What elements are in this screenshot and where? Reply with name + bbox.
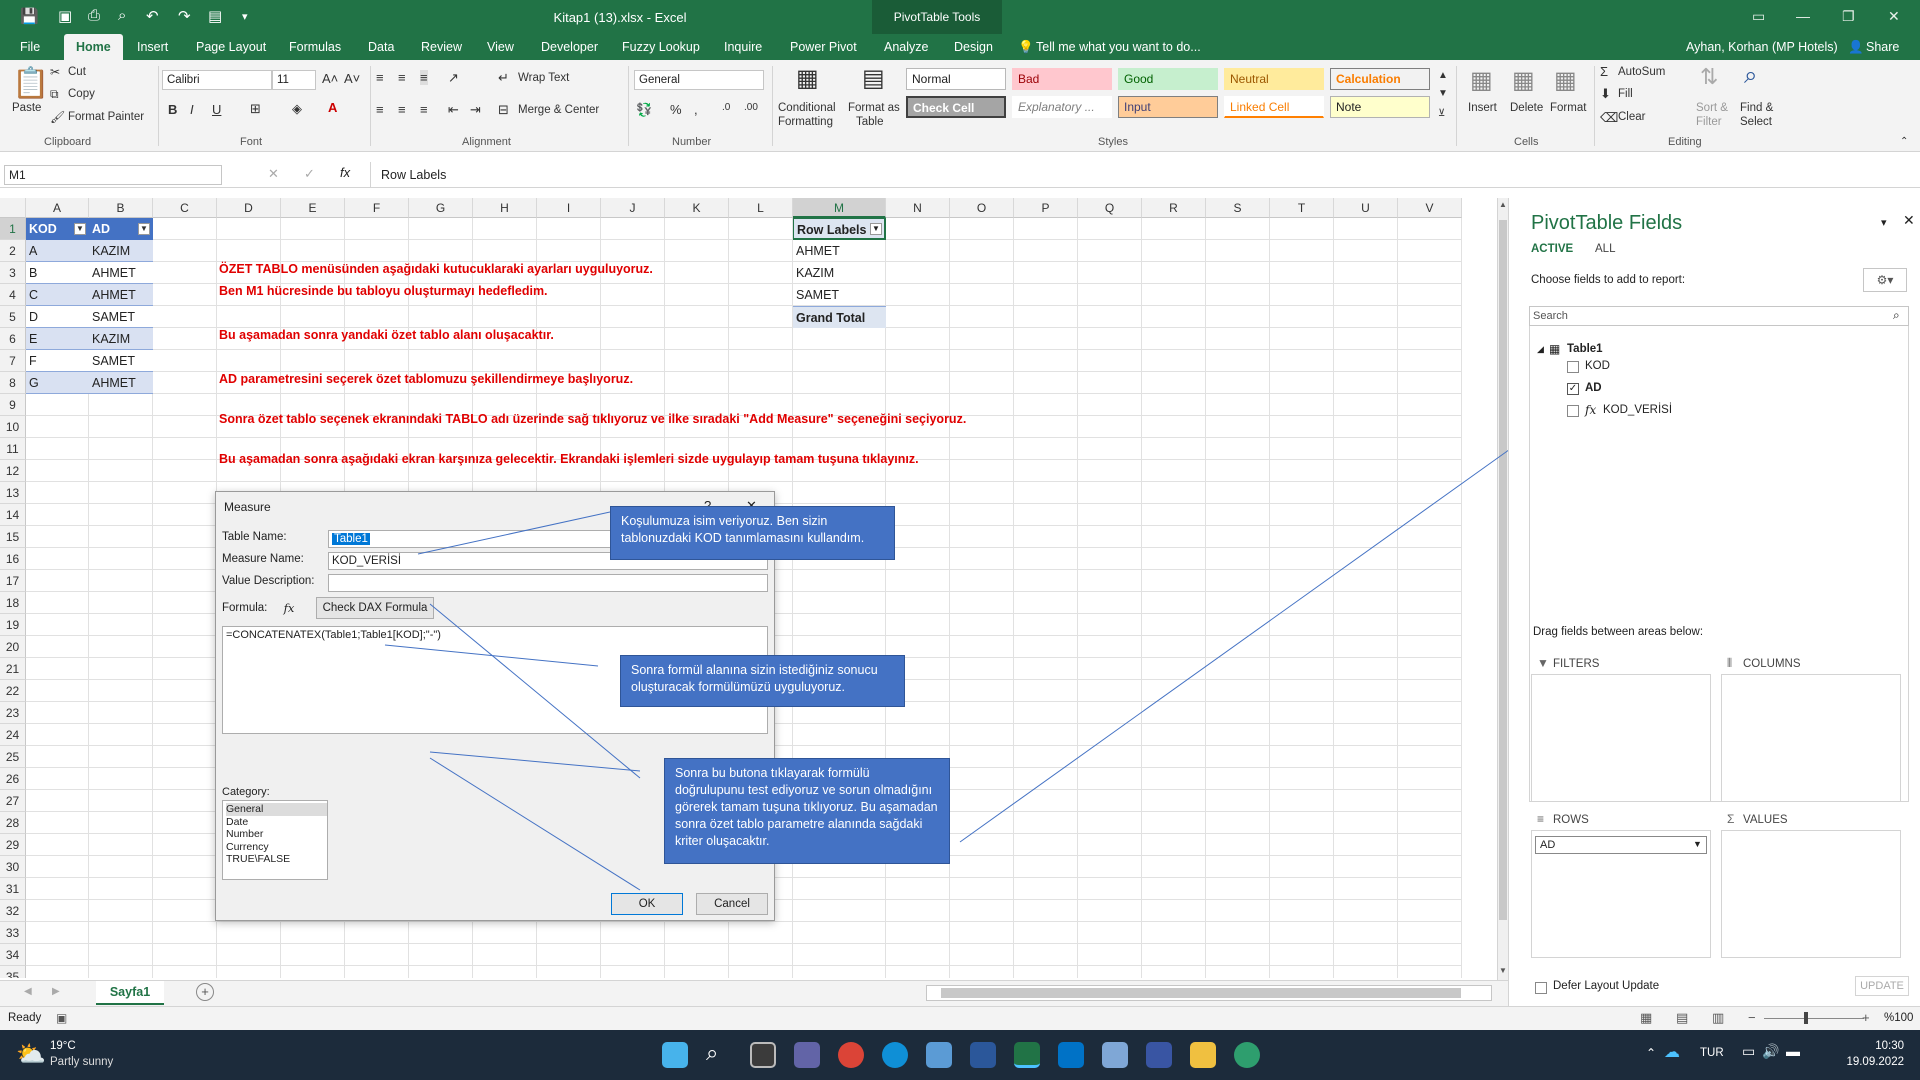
show-hidden-icons[interactable]: ⌃ [1646,1046,1656,1060]
word-icon[interactable] [970,1042,996,1068]
language-indicator[interactable]: TUR [1700,1047,1724,1059]
add-sheet-icon[interactable]: + [196,983,214,1001]
clock-time[interactable]: 10:30 [1844,1040,1904,1052]
callout-measure-name: Koşulumuza isim veriyoruz. Ben sizin tab… [610,506,895,560]
taskbar: ⛅ 19°C Partly sunny ⌕ ⌃ ☁ TUR ▭ 🔊 ▬ 10:3… [0,1030,1920,1080]
volume-icon[interactable]: 🔊 [1762,1043,1779,1060]
sheet-tab-bar: ◀ ▶ Sayfa1 + [0,980,1508,1006]
pane-close-icon[interactable]: ✕ [1903,212,1915,229]
area-filters[interactable] [1531,674,1711,802]
search-taskbar-icon[interactable]: ⌕ [706,1040,718,1066]
normal-view-icon[interactable]: ▦ [1640,1010,1652,1026]
callout-line [429,603,641,779]
values-icon: Σ [1727,812,1735,826]
weather-temp[interactable]: 19°C [50,1040,76,1052]
weather-icon: ⛅ [16,1041,46,1068]
onedrive-icon[interactable]: ☁ [1664,1042,1680,1062]
status-ready: Ready [8,1012,42,1024]
area-values[interactable] [1721,830,1901,958]
pane-options-icon[interactable]: ▾ [1881,216,1887,229]
clock-date[interactable]: 19.09.2022 [1824,1056,1904,1068]
rows-field-ad[interactable]: AD [1535,836,1707,854]
columns-icon: ⫴ [1727,656,1733,670]
edge-icon[interactable] [882,1042,908,1068]
choose-fields-label: Choose fields to add to report: [1531,274,1686,286]
area-label-rows: ROWS [1553,814,1589,826]
callout-formula: Sonra formül alanına sizin istediğiniz s… [620,655,905,707]
app-icon[interactable] [1146,1042,1172,1068]
callout-line [429,751,641,772]
app-icon[interactable] [1102,1042,1128,1068]
area-label-filters: FILTERS [1553,658,1600,670]
outlook-icon[interactable] [1058,1042,1084,1068]
battery-icon[interactable]: ▬ [1786,1043,1800,1059]
prev-sheet-icon[interactable]: ◀ [24,986,32,997]
pane-title: PivotTable Fields [1531,212,1683,234]
callout-check-dax: Sonra bu butona tıklayarak formülü doğru… [664,758,950,864]
page-layout-view-icon[interactable]: ▤ [1676,1010,1688,1026]
sheet-tab-sayfa1[interactable]: Sayfa1 [96,981,164,1005]
gear-icon[interactable]: ⚙▾ [1863,268,1907,292]
h-scrollbar-thumb[interactable] [941,988,1461,998]
tab-all[interactable]: ALL [1595,243,1615,255]
tab-active[interactable]: ACTIVE [1531,243,1573,255]
defer-layout-label: Defer Layout Update [1553,980,1660,992]
start-icon[interactable] [662,1042,688,1068]
page-break-view-icon[interactable]: ▥ [1712,1010,1724,1026]
chrome-icon[interactable] [838,1042,864,1068]
pivottable-fields-pane: PivotTable Fields ▾ ✕ ACTIVE ALL Choose … [1508,198,1920,1026]
callout-line [959,411,1563,843]
area-columns[interactable] [1721,674,1901,802]
task-view-icon[interactable] [750,1042,776,1068]
search-icon[interactable]: ⌕ [1893,308,1900,323]
rows-icon: ≡ [1537,812,1545,826]
app-icon[interactable] [926,1042,952,1068]
horizontal-scrollbar[interactable] [926,985,1492,1001]
zoom-slider[interactable] [1764,1018,1864,1019]
app-icon[interactable] [1234,1042,1260,1068]
network-icon[interactable]: ▭ [1742,1043,1755,1060]
filter-icon: ▼ [1537,656,1549,670]
area-label-columns: COLUMNS [1743,658,1801,670]
zoom-slider-thumb[interactable] [1804,1012,1808,1024]
area-label-values: VALUES [1743,814,1788,826]
next-sheet-icon[interactable]: ▶ [52,986,60,997]
zoom-out-icon[interactable]: − [1748,1010,1756,1025]
zoom-level[interactable]: %100 [1884,1012,1913,1024]
status-bar: Ready ▣ ▦ ▤ ▥ − + %100 [0,1006,1920,1030]
defer-layout-checkbox[interactable] [1535,982,1547,994]
callout-line [417,511,611,555]
weather-desc[interactable]: Partly sunny [50,1056,113,1068]
zoom-in-icon[interactable]: + [1862,1010,1870,1025]
rows-field-dropdown-icon[interactable]: ▼ [1693,839,1702,849]
drag-fields-label: Drag fields between areas below: [1533,626,1704,638]
excel-icon[interactable] [1014,1042,1040,1068]
update-button[interactable]: UPDATE [1855,976,1909,996]
field-search-input[interactable]: Search [1529,306,1909,326]
file-explorer-icon[interactable] [1190,1042,1216,1068]
callout-line [429,757,641,891]
macro-record-icon[interactable]: ▣ [56,1011,67,1025]
teams-icon[interactable] [794,1042,820,1068]
